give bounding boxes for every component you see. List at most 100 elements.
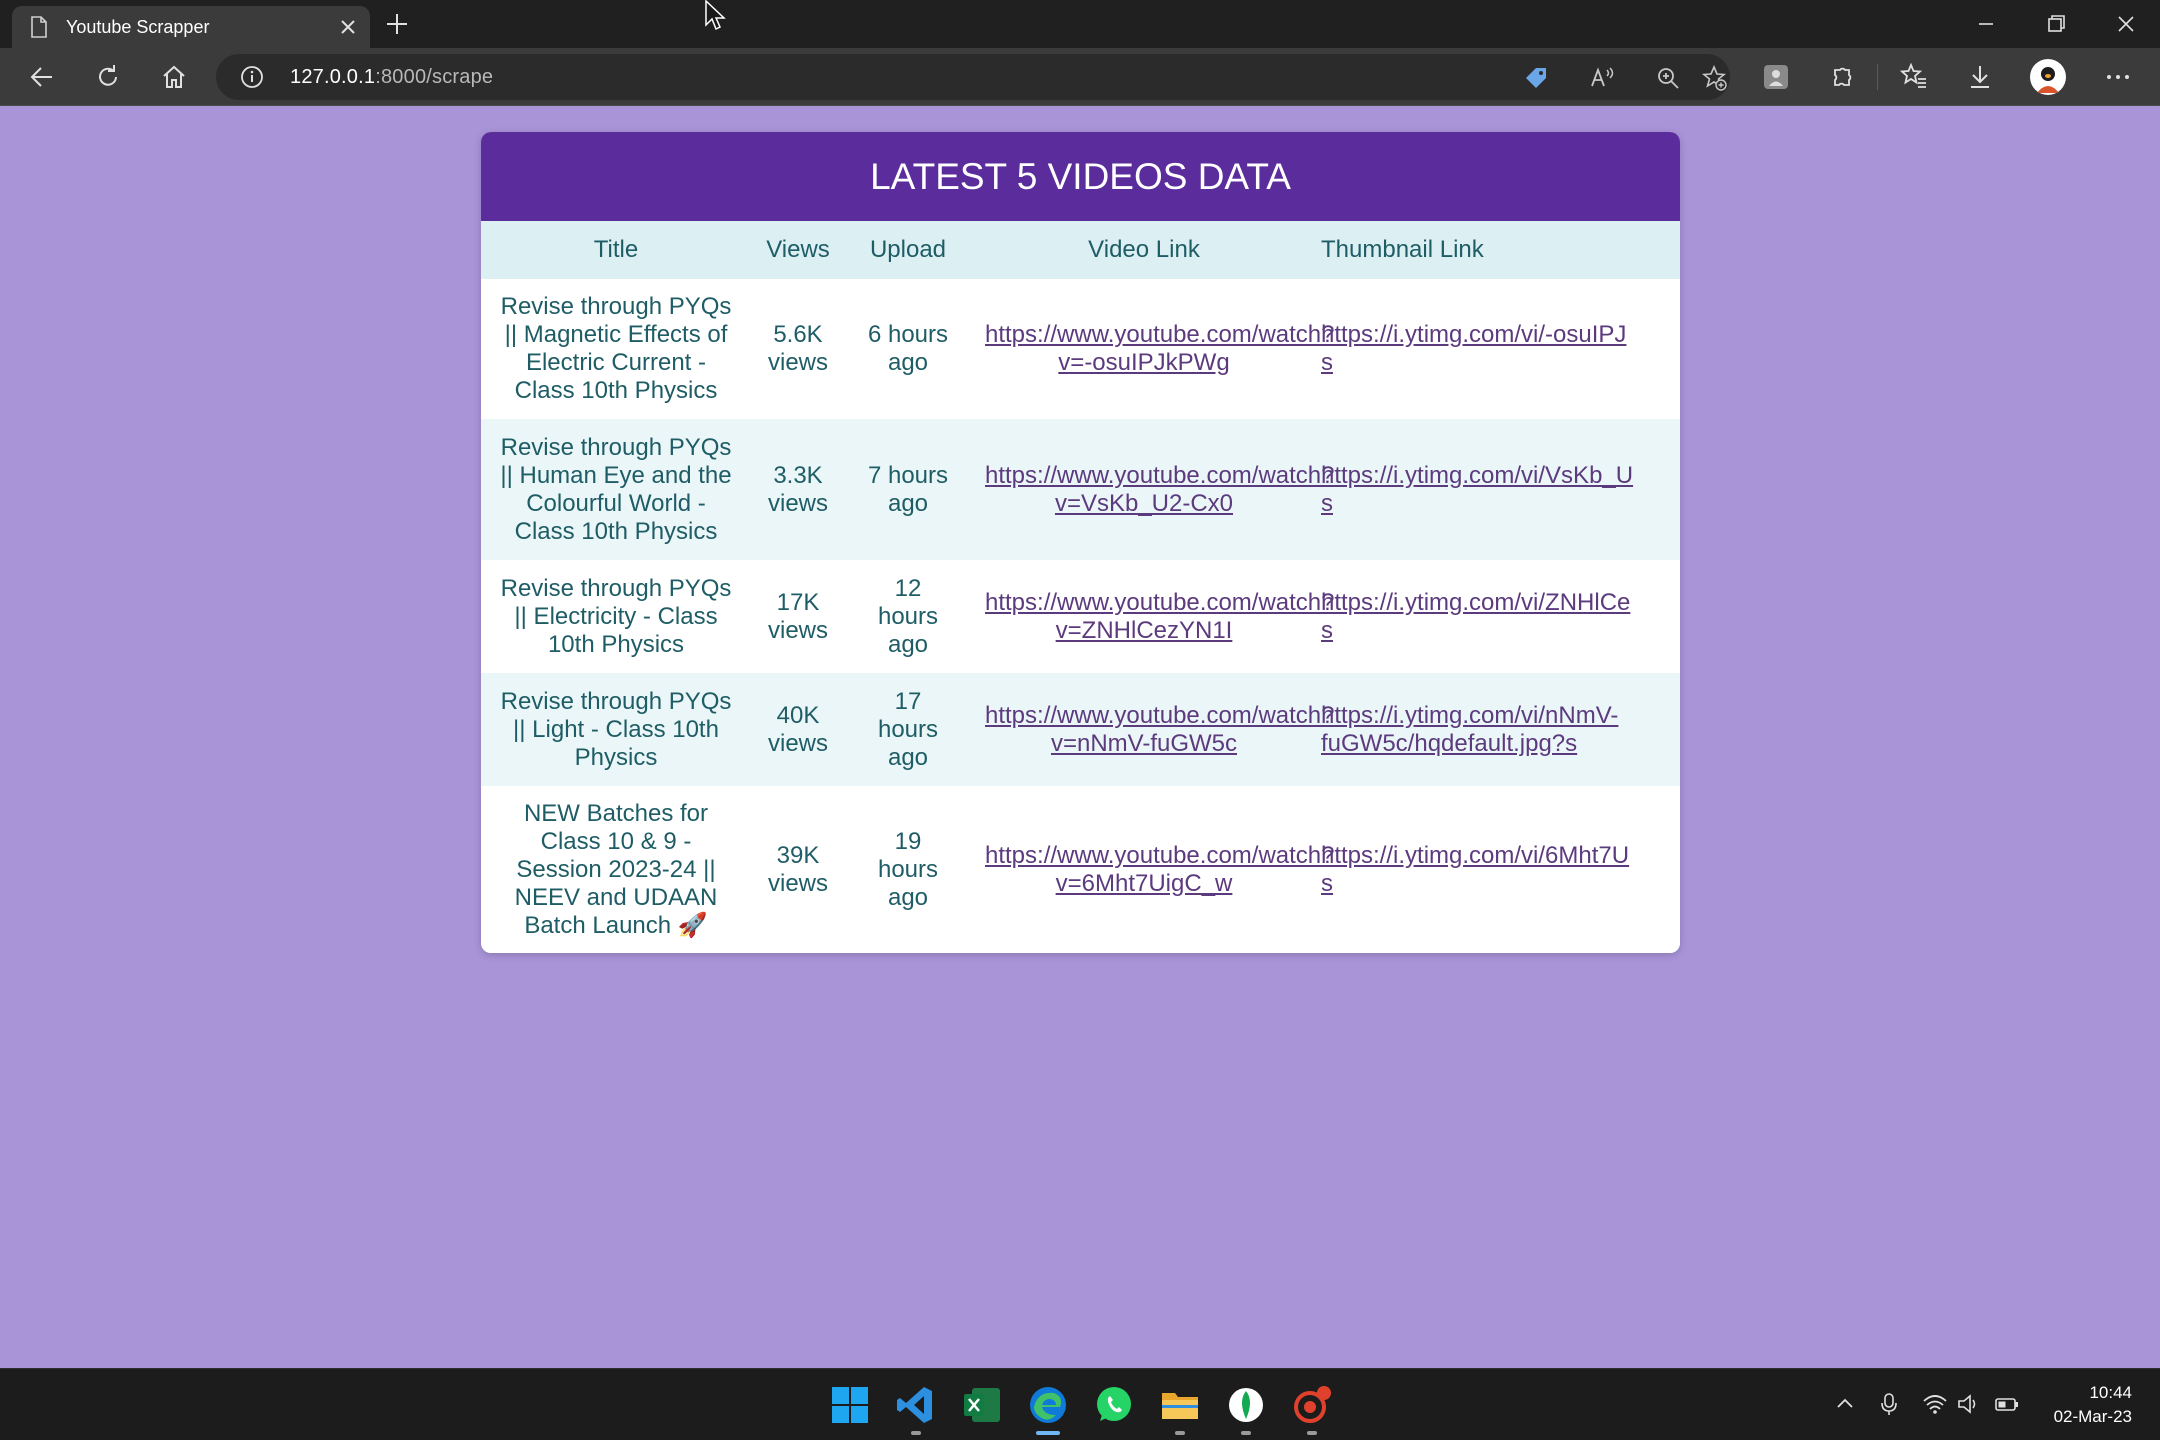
thumbnail-link-continued[interactable]: s	[1321, 617, 1680, 645]
battery-icon[interactable]	[1994, 1391, 2020, 1417]
browser-toolbar: 127.0.0.1:8000/scrape	[0, 48, 2160, 106]
column-header-video-link: Video Link	[971, 221, 1317, 279]
volume-icon[interactable]	[1956, 1391, 1982, 1417]
column-header-views: Views	[751, 221, 845, 279]
video-title: NEW Batches for Class 10 & 9 - Session 2…	[481, 786, 751, 953]
favorites-icon[interactable]	[1898, 61, 1930, 93]
thumbnail-link-continued[interactable]: fuGW5c/hqdefault.jpg?s	[1321, 730, 1680, 758]
site-info-icon[interactable]	[240, 65, 264, 89]
zoom-icon[interactable]	[1654, 64, 1682, 92]
clock-date: 02-Mar-23	[2053, 1407, 2132, 1426]
video-link[interactable]: https://www.youtube.com/watch?v=ZNHlCezY…	[985, 589, 1335, 644]
video-link-cell: https://www.youtube.com/watch?v=ZNHlCezY…	[971, 560, 1335, 673]
microphone-icon[interactable]	[1876, 1391, 1902, 1417]
coupon-tag-icon[interactable]	[1522, 64, 1550, 92]
extensions-icon[interactable]	[1826, 61, 1858, 93]
back-icon[interactable]	[26, 61, 58, 93]
whatsapp-icon[interactable]	[1092, 1383, 1136, 1427]
refresh-icon[interactable]	[92, 61, 124, 93]
column-header-upload: Upload	[845, 221, 971, 279]
taskbar: 10:44 02-Mar-23	[0, 1368, 2160, 1440]
table-row: Revise through PYQs || Magnetic Effects …	[481, 279, 1680, 419]
video-title: Revise through PYQs || Human Eye and the…	[481, 419, 751, 560]
browser-tab[interactable]: Youtube Scrapper	[12, 6, 370, 48]
file-explorer-icon[interactable]	[1158, 1383, 1202, 1427]
column-header-thumbnail-link: Thumbnail Link	[1317, 221, 1680, 279]
windows-start-icon[interactable]	[828, 1383, 872, 1427]
new-tab-icon[interactable]	[383, 10, 411, 38]
vscode-running-indicator	[911, 1431, 921, 1435]
restore-icon[interactable]	[2042, 10, 2070, 38]
thumbnail-link-continued[interactable]: s	[1321, 349, 1680, 377]
thumbnail-link-cell: https://i.ytimg.com/vi/6Mht7U s	[1317, 786, 1680, 953]
video-link-cell: https://www.youtube.com/watch?v=VsKb_U2-…	[971, 419, 1335, 560]
thumbnail-link-cell: https://i.ytimg.com/vi/nNmV-fuGW5c/hqdef…	[1317, 673, 1680, 786]
vscode-icon[interactable]	[894, 1383, 938, 1427]
page-title: LATEST 5 VIDEOS DATA	[481, 132, 1680, 221]
video-upload-time: 7 hours ago	[845, 419, 971, 560]
url-path: :8000/scrape	[375, 66, 494, 88]
video-views: 39K views	[751, 786, 845, 953]
browser-tab-bar: Youtube Scrapper	[0, 0, 2160, 48]
table-header-row: Title Views Upload Video Link Thumbnail …	[481, 221, 1680, 279]
thumbnail-link[interactable]: https://i.ytimg.com/vi/nNmV-	[1321, 702, 1680, 730]
video-title: Revise through PYQs || Electricity - Cla…	[481, 560, 751, 673]
show-hidden-icons-icon[interactable]	[1832, 1391, 1858, 1417]
thumbnail-link-cell: https://i.ytimg.com/vi/-osuIPJ s	[1317, 279, 1680, 419]
close-window-icon[interactable]	[2112, 10, 2140, 38]
mongodb-compass-icon[interactable]	[1224, 1383, 1268, 1427]
screen-recorder-icon[interactable]	[1290, 1383, 1334, 1427]
url-host: 127.0.0.1	[290, 66, 376, 88]
table-row: Revise through PYQs || Human Eye and the…	[481, 419, 1680, 560]
video-link[interactable]: https://www.youtube.com/watch?v=nNmV-fuG…	[985, 702, 1335, 757]
profile-avatar[interactable]	[2030, 59, 2066, 95]
page-icon	[31, 16, 47, 38]
thumbnail-link[interactable]: https://i.ytimg.com/vi/VsKb_U	[1321, 462, 1680, 490]
thumbnail-link-continued[interactable]: s	[1321, 490, 1680, 518]
thumbnail-link[interactable]: https://i.ytimg.com/vi/-osuIPJ	[1321, 321, 1680, 349]
video-upload-time: 6 hours ago	[845, 279, 971, 419]
edge-icon[interactable]	[1026, 1383, 1070, 1427]
thumbnail-link[interactable]: https://i.ytimg.com/vi/6Mht7U	[1321, 842, 1680, 870]
videos-card: LATEST 5 VIDEOS DATA Title Views Upload …	[481, 132, 1680, 953]
close-tab-icon[interactable]	[336, 15, 360, 39]
read-aloud-icon[interactable]	[1588, 64, 1616, 92]
home-icon[interactable]	[158, 61, 190, 93]
videos-table: Title Views Upload Video Link Thumbnail …	[481, 221, 1680, 953]
avatar-icon	[2037, 67, 2059, 93]
video-views: 17K views	[751, 560, 845, 673]
video-upload-time: 19 hours ago	[845, 786, 971, 953]
video-link-cell: https://www.youtube.com/watch?v=6Mht7Uig…	[971, 786, 1335, 953]
thumbnail-link-continued[interactable]: s	[1321, 870, 1680, 898]
column-header-title: Title	[481, 221, 751, 279]
add-favorite-icon[interactable]	[1700, 64, 1728, 92]
video-views: 3.3K views	[751, 419, 845, 560]
video-upload-time: 12 hours ago	[845, 560, 971, 673]
video-title: Revise through PYQs || Magnetic Effects …	[481, 279, 751, 419]
mouse-cursor-icon	[705, 0, 726, 31]
edge-active-indicator	[1036, 1431, 1060, 1435]
address-bar[interactable]: 127.0.0.1:8000/scrape	[216, 54, 1730, 100]
video-link[interactable]: https://www.youtube.com/watch?v=VsKb_U2-…	[985, 462, 1335, 517]
video-link[interactable]: https://www.youtube.com/watch?v=-osuIPJk…	[985, 321, 1335, 376]
explorer-running-indicator	[1175, 1431, 1185, 1435]
downloads-icon[interactable]	[1964, 61, 1996, 93]
thumbnail-link-cell: https://i.ytimg.com/vi/ZNHlCe s	[1317, 560, 1680, 673]
wifi-icon[interactable]	[1922, 1391, 1948, 1417]
video-link-cell: https://www.youtube.com/watch?v=nNmV-fuG…	[971, 673, 1335, 786]
tab-title: Youtube Scrapper	[66, 17, 210, 37]
excel-icon[interactable]	[960, 1383, 1004, 1427]
system-clock[interactable]: 10:44 02-Mar-23	[2032, 1381, 2132, 1429]
table-row: NEW Batches for Class 10 & 9 - Session 2…	[481, 786, 1680, 953]
clock-time: 10:44	[2089, 1383, 2132, 1402]
thumbnail-link[interactable]: https://i.ytimg.com/vi/ZNHlCe	[1321, 589, 1680, 617]
minimize-icon[interactable]	[1972, 10, 2000, 38]
table-row: Revise through PYQs || Electricity - Cla…	[481, 560, 1680, 673]
more-options-icon[interactable]	[2102, 61, 2134, 93]
url-text[interactable]: 127.0.0.1:8000/scrape	[290, 66, 493, 89]
profile-extension-icon[interactable]	[1760, 61, 1792, 93]
video-upload-time: 17 hours ago	[845, 673, 971, 786]
table-row: Revise through PYQs || Light - Class 10t…	[481, 673, 1680, 786]
video-views: 40K views	[751, 673, 845, 786]
video-link[interactable]: https://www.youtube.com/watch?v=6Mht7Uig…	[985, 842, 1335, 897]
